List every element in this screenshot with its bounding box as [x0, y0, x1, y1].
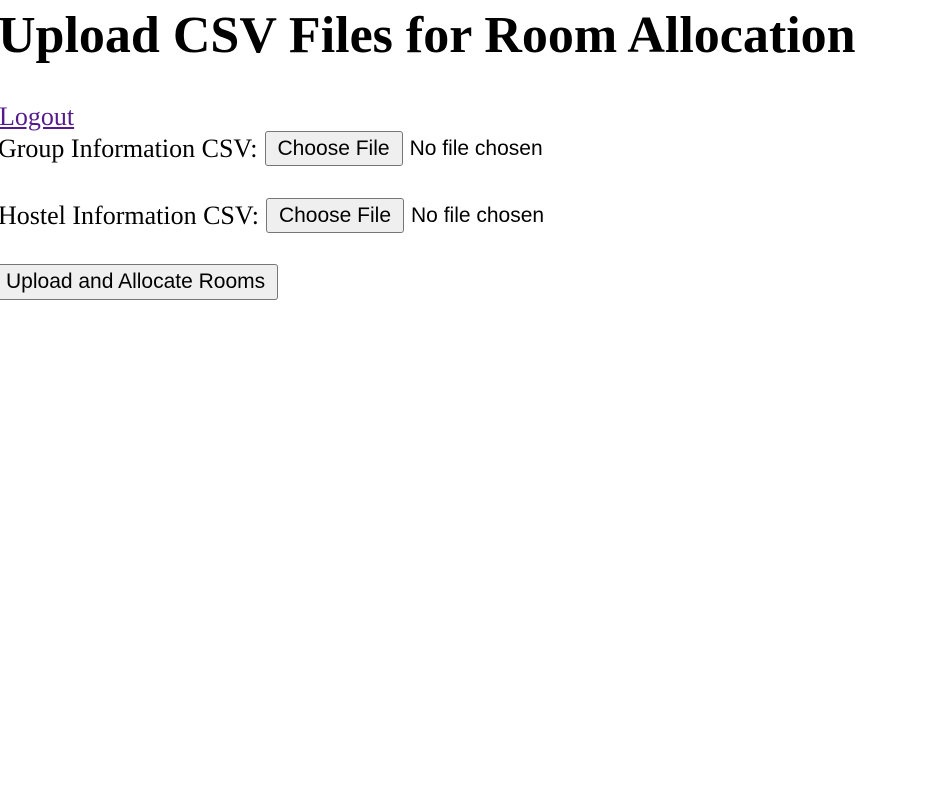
hostel-choose-file-button[interactable]: Choose File: [265, 198, 405, 233]
page-title: Upload CSV Files for Room Allocation: [0, 7, 856, 64]
hostel-file-status: No file chosen: [411, 203, 545, 227]
group-csv-field: Group Information CSV: Choose File No fi…: [0, 131, 543, 166]
group-csv-file-input[interactable]: Choose File No file chosen: [264, 131, 543, 166]
hostel-csv-label: Hostel Information CSV:: [0, 200, 259, 230]
hostel-csv-file-input[interactable]: Choose File No file chosen: [265, 198, 545, 233]
group-file-status: No file chosen: [409, 136, 543, 160]
hostel-csv-field: Hostel Information CSV: Choose File No f…: [0, 198, 544, 233]
group-csv-label: Group Information CSV:: [0, 133, 258, 163]
upload-allocate-button[interactable]: Upload and Allocate Rooms: [0, 264, 279, 300]
group-choose-file-button[interactable]: Choose File: [264, 131, 403, 166]
logout-link[interactable]: Logout: [0, 102, 74, 132]
page: Upload CSV Files for Room Allocation Log…: [0, 0, 932, 786]
